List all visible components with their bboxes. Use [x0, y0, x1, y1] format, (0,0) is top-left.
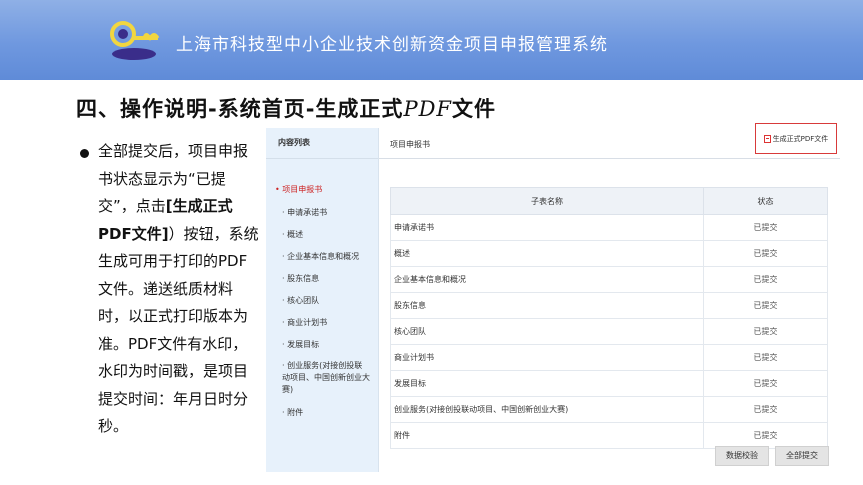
sidebar-item[interactable]: · 申请承诺书: [282, 207, 327, 219]
sidebar-item-label: 创业服务(对接创投联动项目、中国创新创业大赛): [282, 361, 370, 394]
sidebar-item[interactable]: · 发展目标: [282, 339, 319, 351]
row-name: 申请承诺书: [390, 214, 704, 241]
row-status: 已提交: [703, 292, 828, 319]
slide-title-suffix: 文件: [451, 97, 496, 121]
sidebar-item[interactable]: · 核心团队: [282, 295, 319, 307]
row-name: 商业计划书: [390, 344, 704, 371]
row-status: 已提交: [703, 318, 828, 345]
sidebar: 内容列表 • 项目申报书 · 申请承诺书 · 概述 · 企业基本信息和概况 · …: [266, 128, 379, 472]
table-row[interactable]: 企业基本信息和概况 已提交: [390, 266, 828, 293]
system-title: 上海市科技型中小企业技术创新资金项目申报管理系统: [176, 35, 608, 55]
header-banner: 上海市科技型中小企业技术创新资金项目申报管理系统: [0, 0, 863, 80]
pdf-icon: [763, 134, 771, 143]
sidebar-item[interactable]: · 附件: [282, 407, 303, 419]
sidebar-active-label: 项目申报书: [282, 185, 323, 194]
submit-all-button[interactable]: 全部提交: [775, 446, 829, 466]
table-row[interactable]: 商业计划书 已提交: [390, 344, 828, 371]
row-status: 已提交: [703, 370, 828, 397]
slide-title-pdf: PDF: [403, 97, 452, 121]
sidebar-item-label: 申请承诺书: [287, 208, 328, 217]
sidebar-item-active[interactable]: • 项目申报书: [275, 184, 322, 195]
row-name: 核心团队: [390, 318, 704, 345]
main-header-label: 项目申报书: [390, 140, 430, 149]
row-status: 已提交: [703, 396, 828, 423]
sidebar-item-label: 股东信息: [287, 274, 320, 283]
key-logo-icon: [110, 21, 160, 60]
sidebar-item-label: 概述: [287, 230, 304, 239]
table-row[interactable]: 概述 已提交: [390, 240, 828, 267]
slide-title: 四、操作说明-系统首页-生成正式PDF文件: [76, 93, 496, 123]
bullet-dot-icon: [80, 149, 89, 158]
table-row[interactable]: 发展目标 已提交: [390, 370, 828, 397]
table-row[interactable]: 核心团队 已提交: [390, 318, 828, 345]
row-status: 已提交: [703, 344, 828, 371]
column-header: 状态: [703, 187, 828, 215]
subtable-status-table: 子表名称 状态 申请承诺书 已提交 概述 已提交 企业基本信息和概况 已提交 股东信息…: [390, 187, 828, 449]
row-name: 发展目标: [390, 370, 704, 397]
slide-title-prefix: 四、操作说明-系统首页-生成正式: [76, 97, 404, 121]
sidebar-item[interactable]: · 概述: [282, 229, 303, 241]
table-row[interactable]: 创业服务(对接创投联动项目、中国创新创业大赛) 已提交: [390, 396, 828, 423]
row-name: 股东信息: [390, 292, 704, 319]
sidebar-item-label: 企业基本信息和概况: [287, 252, 360, 261]
table-row[interactable]: 附件 已提交: [390, 422, 828, 449]
row-status: 已提交: [703, 214, 828, 241]
sidebar-item-label: 附件: [287, 408, 304, 417]
row-status: 已提交: [703, 266, 828, 293]
row-name: 附件: [390, 422, 704, 449]
table-row[interactable]: 股东信息 已提交: [390, 292, 828, 319]
sidebar-item[interactable]: · 企业基本信息和概况: [282, 251, 359, 263]
column-header: 子表名称: [390, 187, 704, 215]
sidebar-header: 内容列表: [266, 128, 378, 159]
row-status: 已提交: [703, 240, 828, 267]
generate-pdf-button[interactable]: 生成正式PDF文件: [755, 123, 837, 154]
table-header-row: 子表名称 状态: [390, 187, 828, 215]
sidebar-item[interactable]: · 股东信息: [282, 273, 319, 285]
row-name: 创业服务(对接创投联动项目、中国创新创业大赛): [390, 396, 704, 423]
table-row[interactable]: 申请承诺书 已提交: [390, 214, 828, 241]
bullet-text: 全部提交后，项目申报书状态显示为“已提交”，点击[生成正式PDF文件]）按钮，系…: [98, 138, 262, 441]
sidebar-item-label: 商业计划书: [287, 318, 328, 327]
generate-pdf-label: 生成正式PDF文件: [772, 134, 829, 143]
row-name: 概述: [390, 240, 704, 267]
main-panel: 项目申报书 生成正式PDF文件 子表名称 状态 申请承诺书 已提交 概述 已提交 企…: [379, 123, 840, 472]
row-name: 企业基本信息和概况: [390, 266, 704, 293]
app-screenshot: 内容列表 • 项目申报书 · 申请承诺书 · 概述 · 企业基本信息和概况 · …: [266, 123, 840, 472]
validate-data-button[interactable]: 数据校验: [715, 446, 769, 466]
row-status: 已提交: [703, 422, 828, 449]
sidebar-item[interactable]: · 创业服务(对接创投联动项目、中国创新创业大赛): [282, 360, 370, 396]
sidebar-item-label: 核心团队: [287, 296, 320, 305]
sidebar-item[interactable]: · 商业计划书: [282, 317, 327, 329]
sidebar-item-label: 发展目标: [287, 340, 320, 349]
bullet-part2: ）按钮，系统生成可用于打印的PDF文件。递送纸质材料时，以正式打印版本为准。PD…: [98, 224, 259, 436]
